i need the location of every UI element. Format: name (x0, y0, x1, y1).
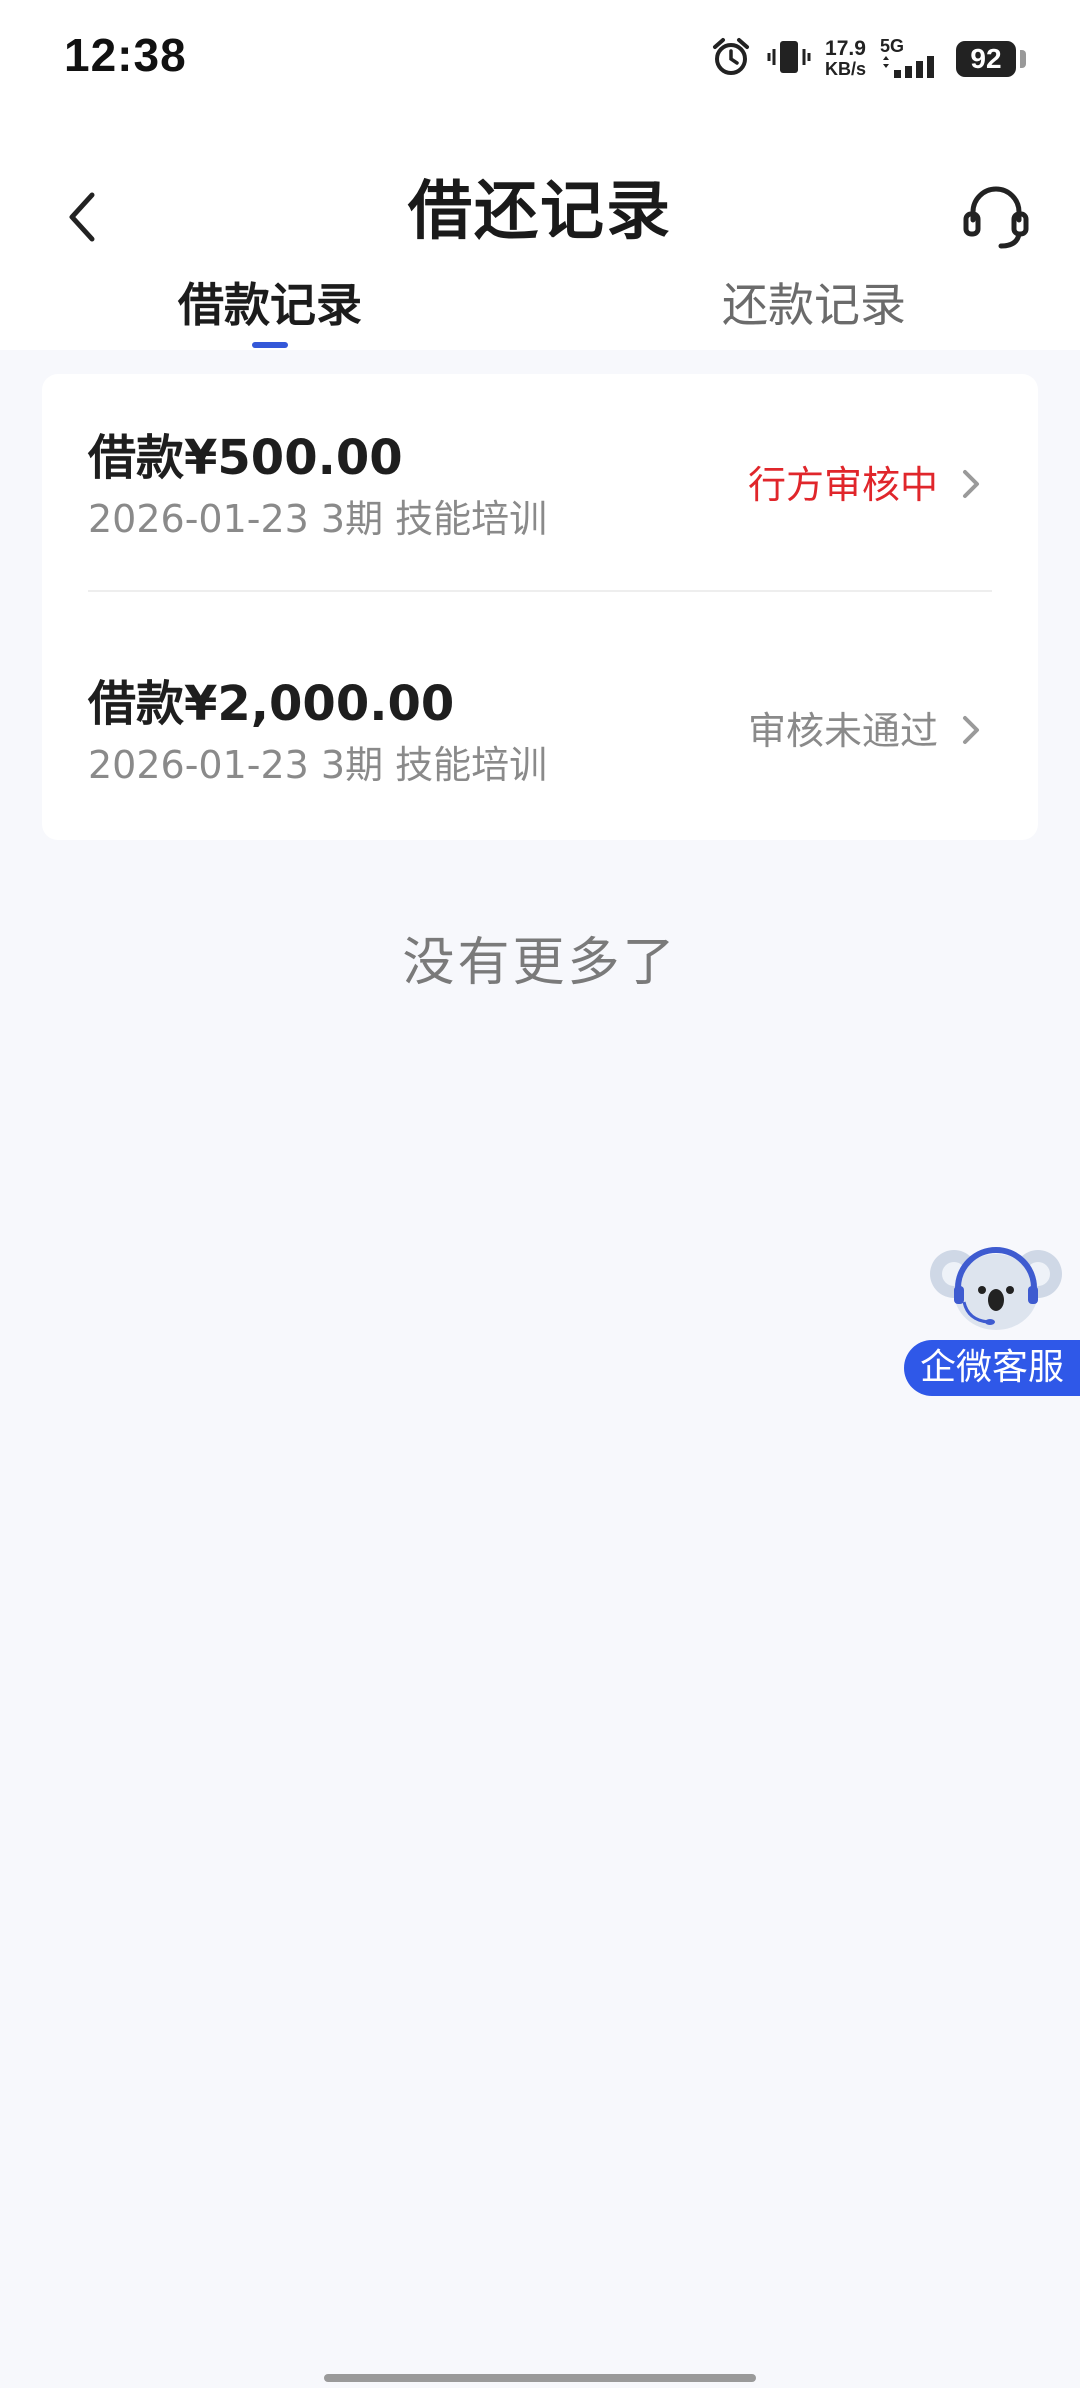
chevron-right-icon (963, 470, 979, 498)
list-item[interactable]: 借款¥2,000.00 2026-01-23 3期 技能培训 审核未通过 (42, 620, 1038, 840)
headset-icon (963, 186, 1029, 249)
list-item[interactable]: 借款¥500.00 2026-01-23 3期 技能培训 行方审核中 (42, 374, 1038, 594)
battery-icon: 92 (956, 41, 1026, 77)
header: 借还记录 借款记录 还款记录 (0, 120, 1080, 350)
network-speed-value: 17.9 (825, 37, 866, 60)
active-tab-indicator (252, 342, 288, 348)
customer-service-button[interactable] (956, 170, 1036, 260)
page-title: 借还记录 (408, 175, 672, 249)
status-time: 12:38 (64, 29, 187, 81)
record-status: 行方审核中 (747, 463, 938, 507)
record-status: 审核未通过 (747, 709, 938, 753)
records-card: 借款¥500.00 2026-01-23 3期 技能培训 行方审核中 借款¥2,… (42, 374, 1038, 840)
koala-mascot-icon (930, 1247, 1062, 1330)
vibrate-icon (767, 35, 811, 83)
floating-service-button[interactable]: 企微客服 (900, 1240, 1080, 1400)
network-type-label: 5G (880, 36, 905, 56)
record-meta: 2026-01-23 3期 技能培训 (88, 743, 548, 787)
signal-icon (880, 56, 942, 82)
record-amount: 借款¥500.00 (88, 430, 403, 486)
battery-level: 92 (970, 43, 1002, 74)
tab-repay-records[interactable]: 还款记录 (544, 270, 1080, 340)
divider (88, 590, 992, 592)
record-meta: 2026-01-23 3期 技能培训 (88, 497, 548, 541)
tab-borrow-records[interactable]: 借款记录 (0, 270, 540, 340)
alarm-icon (709, 35, 753, 83)
network-speed-unit: KB/s (824, 59, 866, 79)
chevron-right-icon (963, 716, 979, 744)
record-amount: 借款¥2,000.00 (88, 676, 455, 732)
status-icons: 17.9 KB/s 5G 92 (709, 34, 1026, 84)
home-indicator[interactable] (324, 2374, 756, 2382)
floating-service-label: 企微客服 (904, 1340, 1080, 1396)
network-speed: 17.9 KB/s (824, 37, 866, 79)
network-type: 5G (880, 36, 942, 82)
status-bar: 12:38 17.9 KB/s 5G 92 (0, 0, 1080, 120)
tab-bar: 借款记录 还款记录 (0, 270, 1080, 350)
no-more-text: 没有更多了 (402, 933, 678, 993)
